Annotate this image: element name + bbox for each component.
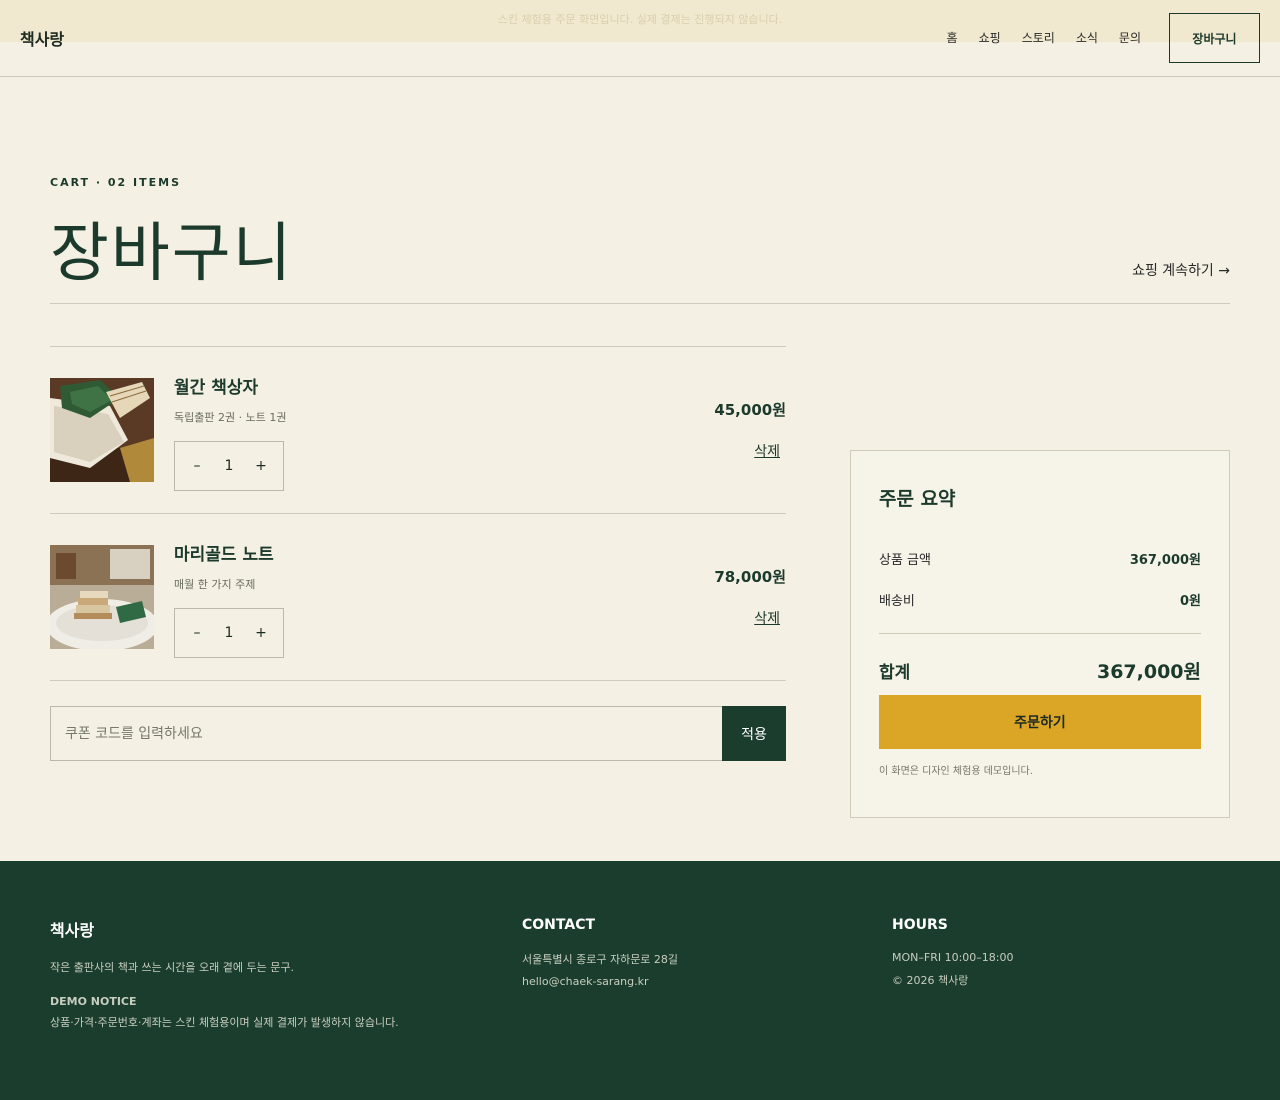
total-label: 합계 bbox=[879, 663, 911, 683]
quantity-stepper: – 1 + bbox=[174, 608, 284, 658]
shipping-row: 배송비 0원 bbox=[879, 590, 1201, 609]
increase-quantity-button[interactable]: + bbox=[253, 625, 269, 641]
summary-title: 주문 요약 bbox=[879, 488, 956, 510]
cart-eyebrow: CART · 02 ITEMS bbox=[50, 176, 182, 189]
demo-note: 이 화면은 디자인 체험용 데모입니다. bbox=[879, 766, 1033, 777]
subtotal-value: 367,000원 bbox=[1129, 553, 1201, 568]
nav-home[interactable]: 홈 bbox=[947, 29, 958, 46]
continue-shopping-link[interactable]: 쇼핑 계속하기 → bbox=[1132, 260, 1230, 280]
product-image[interactable] bbox=[50, 545, 154, 649]
contact-heading: CONTACT bbox=[522, 917, 596, 933]
product-name[interactable]: 월간 책상자 bbox=[174, 373, 258, 398]
product-description: 매월 한 가지 주제 bbox=[174, 578, 256, 591]
footer-hours: MON–FRI 10:00–18:00 bbox=[892, 951, 1014, 964]
page-title: 장바구니 bbox=[50, 217, 294, 291]
subtotal-label: 상품 금액 bbox=[879, 553, 931, 568]
demo-notice-heading: DEMO NOTICE bbox=[50, 995, 137, 1008]
demo-notice-text: 상품·가격·주문번호·계좌는 스킨 체험용이며 실제 결제가 발생하지 않습니다… bbox=[50, 1016, 399, 1029]
cart-list: 월간 책상자 독립출판 2권 · 노트 1권 – 1 + 45,000원 삭제 bbox=[50, 346, 786, 681]
product-image[interactable] bbox=[50, 378, 154, 482]
shipping-value: 0원 bbox=[1179, 594, 1201, 609]
footer-contact-column: CONTACT 서울특별시 종로구 자하문로 28길 hello@chaek-s… bbox=[522, 917, 678, 988]
footer-brand-column: 책사랑 작은 출판사의 책과 쓰는 시간을 오래 곁에 두는 문구. DEMO … bbox=[50, 917, 399, 1030]
coupon-code-input[interactable] bbox=[50, 706, 722, 761]
header-cart-button[interactable]: 장바구니 bbox=[1169, 13, 1260, 63]
product-name[interactable]: 마리골드 노트 bbox=[174, 540, 274, 565]
delete-item-link[interactable]: 삭제 bbox=[754, 441, 780, 461]
quantity-stepper: – 1 + bbox=[174, 441, 284, 491]
footer-brand: 책사랑 bbox=[50, 921, 95, 940]
divider bbox=[879, 633, 1201, 634]
item-price: 45,000원 bbox=[714, 401, 786, 419]
item-price: 78,000원 bbox=[714, 568, 786, 586]
divider bbox=[50, 303, 1230, 304]
main-nav: 홈 쇼핑 스토리 소식 문의 bbox=[947, 29, 1141, 46]
total-value: 367,000원 bbox=[1096, 661, 1201, 683]
site-header: 책사랑 홈 쇼핑 스토리 소식 문의 장바구니 bbox=[0, 0, 1280, 77]
cart-item: 마리골드 노트 매월 한 가지 주제 – 1 + 78,000원 삭제 bbox=[50, 514, 786, 681]
brand-logo[interactable]: 책사랑 bbox=[20, 26, 64, 50]
nav-contact[interactable]: 문의 bbox=[1119, 29, 1141, 46]
cart-item: 월간 책상자 독립출판 2권 · 노트 1권 – 1 + 45,000원 삭제 bbox=[50, 347, 786, 514]
nav-news[interactable]: 소식 bbox=[1076, 29, 1098, 46]
quantity-value[interactable]: 1 bbox=[225, 458, 234, 474]
hours-heading: HOURS bbox=[892, 917, 948, 933]
coupon-form: 적용 bbox=[50, 706, 786, 761]
footer-email[interactable]: hello@chaek-sarang.kr bbox=[522, 975, 678, 988]
footer-address: 서울특별시 종로구 자하문로 28길 bbox=[522, 953, 679, 966]
footer-hours-column: HOURS MON–FRI 10:00–18:00 © 2026 책사랑 bbox=[892, 917, 1014, 988]
nav-shop[interactable]: 쇼핑 bbox=[979, 29, 1001, 46]
nav-story[interactable]: 스토리 bbox=[1022, 29, 1055, 46]
site-footer: 책사랑 작은 출판사의 책과 쓰는 시간을 오래 곁에 두는 문구. DEMO … bbox=[0, 861, 1280, 1100]
place-order-button[interactable]: 주문하기 bbox=[879, 695, 1201, 749]
total-row: 합계 367,000원 bbox=[879, 657, 1201, 684]
delete-item-link[interactable]: 삭제 bbox=[754, 608, 780, 628]
decrease-quantity-button[interactable]: – bbox=[189, 625, 205, 641]
order-summary-panel: 주문 요약 상품 금액 367,000원 배송비 0원 합계 367,000원 … bbox=[850, 450, 1230, 818]
shipping-label: 배송비 bbox=[879, 594, 915, 609]
subtotal-row: 상품 금액 367,000원 bbox=[879, 549, 1201, 568]
footer-tagline: 작은 출판사의 책과 쓰는 시간을 오래 곁에 두는 문구. bbox=[50, 961, 294, 974]
increase-quantity-button[interactable]: + bbox=[253, 458, 269, 474]
decrease-quantity-button[interactable]: – bbox=[189, 458, 205, 474]
footer-copyright: © 2026 책사랑 bbox=[892, 974, 969, 987]
quantity-value[interactable]: 1 bbox=[225, 625, 234, 641]
apply-coupon-button[interactable]: 적용 bbox=[722, 706, 786, 761]
product-description: 독립출판 2권 · 노트 1권 bbox=[174, 411, 287, 424]
